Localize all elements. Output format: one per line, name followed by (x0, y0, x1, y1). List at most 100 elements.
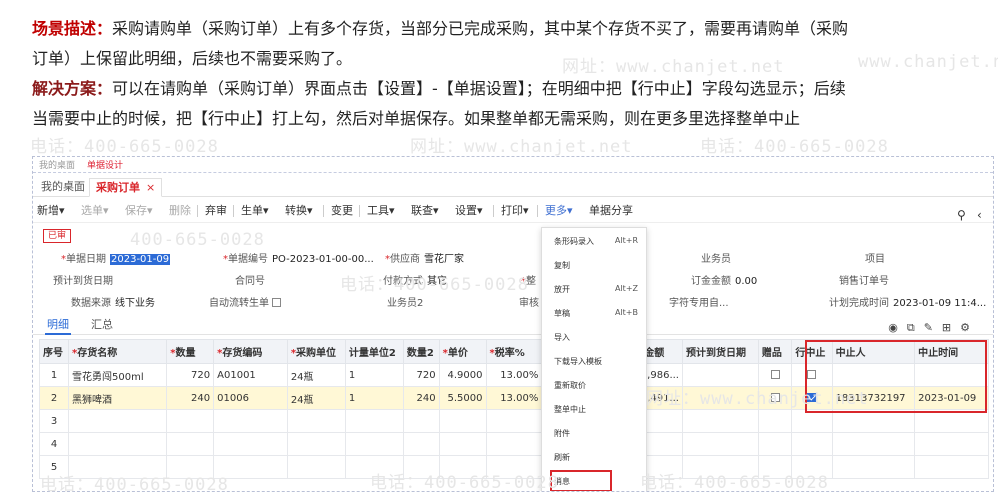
table-cell[interactable]: 5 (38, 455, 70, 479)
table-cell[interactable]: 01006 (213, 386, 288, 410)
table-cell[interactable] (166, 455, 215, 479)
table-cell[interactable] (438, 455, 487, 479)
menu-item[interactable]: 条形码录入 Alt+R (554, 236, 638, 247)
table-cell[interactable] (166, 409, 215, 433)
column-header[interactable]: 序号 (38, 339, 70, 364)
data-source-field[interactable]: 数据来源 线下业务 (71, 294, 155, 309)
table-cell[interactable]: 720 (166, 363, 215, 387)
table-cell[interactable]: 1 (344, 363, 404, 387)
gear-icon[interactable]: ⚙ (960, 321, 979, 334)
table-cell[interactable] (344, 409, 404, 433)
table-cell[interactable] (681, 386, 759, 410)
table-row[interactable]: 5 (38, 455, 989, 479)
table-cell[interactable]: 24瓶 (286, 363, 346, 387)
table-cell[interactable] (286, 432, 346, 456)
table-cell[interactable] (831, 409, 916, 433)
query-button[interactable]: 联查▾ (411, 199, 439, 223)
whole-field[interactable]: *整 (521, 272, 536, 287)
table-cell[interactable]: 13.00% (485, 363, 543, 387)
table-cell[interactable] (681, 455, 759, 479)
table-cell[interactable] (681, 363, 759, 387)
table-row[interactable]: 1雪花勇闯500ml720A0100124瓶17204.900013.00%5.… (38, 363, 989, 387)
table-cell[interactable] (831, 432, 916, 456)
menu-item[interactable]: 重新取价 (554, 380, 638, 391)
row-stop-checkbox[interactable] (807, 370, 817, 379)
table-row[interactable]: 2黑狮啤酒2400100624瓶12405.500013.00%6.215.00… (38, 386, 989, 410)
outer-tab-desktop[interactable]: 我的桌面 (33, 157, 81, 172)
table-cell[interactable]: 18313732197 (831, 386, 916, 410)
table-cell[interactable]: 720 (402, 363, 440, 387)
close-icon[interactable]: × (146, 181, 155, 194)
table-cell[interactable] (485, 432, 543, 456)
outer-tab-design[interactable]: 单据设计 (81, 157, 129, 172)
payment-field[interactable]: 付款方式 其它 (383, 272, 447, 287)
table-cell[interactable] (438, 432, 487, 456)
new-button[interactable]: 新增▾ (37, 199, 65, 223)
table-cell[interactable] (831, 363, 916, 387)
search-icon[interactable]: ⚲ (957, 203, 966, 227)
discard-audit-button[interactable]: 弃审 (205, 199, 227, 223)
column-header[interactable]: *存货编码 (213, 339, 288, 364)
table-cell[interactable] (68, 409, 168, 433)
contract-field[interactable]: 合同号 (235, 272, 265, 287)
menu-item[interactable]: 下载导入模板 (554, 356, 638, 367)
change-button[interactable]: 变更 (331, 199, 353, 223)
select-button[interactable]: 选单▾ (81, 199, 109, 223)
copy-icon[interactable]: ⧉ (907, 321, 924, 334)
clerk2-field[interactable]: 业务员2 (387, 294, 423, 309)
menu-item[interactable]: 复制 (554, 260, 638, 271)
menu-item[interactable]: 放开 Alt+Z (554, 284, 638, 295)
audit-field[interactable]: 审核 (519, 294, 539, 309)
auto-flow-field[interactable]: 自动流转生单 (209, 294, 281, 309)
table-cell[interactable]: 2023-01-09 (914, 386, 989, 410)
column-header[interactable]: 中止时间 (914, 339, 989, 364)
table-cell[interactable] (68, 432, 168, 456)
column-header[interactable]: 数量2 (402, 339, 440, 364)
table-cell[interactable] (914, 432, 989, 456)
table-cell[interactable] (402, 455, 440, 479)
table-cell[interactable] (831, 455, 916, 479)
table-cell[interactable]: 13.00% (485, 386, 543, 410)
table-cell[interactable] (402, 432, 440, 456)
table-cell[interactable]: A01001 (213, 363, 288, 387)
table-cell[interactable] (344, 455, 404, 479)
print-button[interactable]: 打印▾ (501, 199, 529, 223)
tab-purchase-order[interactable]: 采购订单 × (89, 178, 163, 197)
table-cell[interactable] (914, 409, 989, 433)
table-cell[interactable] (286, 409, 346, 433)
column-header[interactable]: 赠品 (757, 339, 793, 364)
table-cell[interactable] (166, 432, 215, 456)
supplier-field[interactable]: *供应商 雪花厂家 (385, 250, 464, 265)
column-header[interactable]: 行中止 (791, 339, 833, 364)
menu-item[interactable]: 附件 (554, 428, 638, 439)
more-button[interactable]: 更多▾ (545, 199, 573, 223)
project-field[interactable]: 项目 (865, 250, 885, 265)
table-cell[interactable] (402, 409, 440, 433)
save-button[interactable]: 保存▾ (125, 199, 153, 223)
table-cell[interactable] (286, 455, 346, 479)
delete-button[interactable]: 删除 (169, 199, 191, 223)
plan-time-field[interactable]: 计划完成时间 2023-01-09 11:4... (829, 294, 986, 309)
table-cell[interactable] (344, 432, 404, 456)
table-cell[interactable] (438, 409, 487, 433)
settings-button[interactable]: 设置▾ (455, 199, 483, 223)
generate-button[interactable]: 生单▾ (241, 199, 269, 223)
gift-checkbox[interactable] (770, 370, 780, 379)
table-cell[interactable]: 4 (38, 432, 70, 456)
column-header[interactable]: 计量单位2 (344, 339, 404, 364)
sales-order-field[interactable]: 销售订单号 (839, 272, 889, 287)
convert-button[interactable]: 转换▾ (285, 199, 313, 223)
table-cell[interactable]: 4.9000 (438, 363, 487, 387)
menu-item[interactable]: 整单中止 (554, 404, 638, 415)
tab-detail[interactable]: 明细 (47, 316, 69, 332)
plan-date-field[interactable]: 预计到货日期 (53, 272, 113, 287)
table-cell[interactable]: 雪花勇闯500ml (68, 363, 168, 387)
deposit-field[interactable]: 订金金额 0.00 (691, 272, 757, 287)
tools-button[interactable]: 工具▾ (367, 199, 395, 223)
table-cell[interactable] (213, 432, 288, 456)
gift-checkbox[interactable] (770, 393, 780, 402)
column-header[interactable]: *存货名称 (68, 339, 168, 364)
location-icon[interactable]: ◉ (888, 321, 907, 334)
clerk-field[interactable]: 业务员 (701, 250, 731, 265)
table-cell[interactable] (914, 363, 989, 387)
